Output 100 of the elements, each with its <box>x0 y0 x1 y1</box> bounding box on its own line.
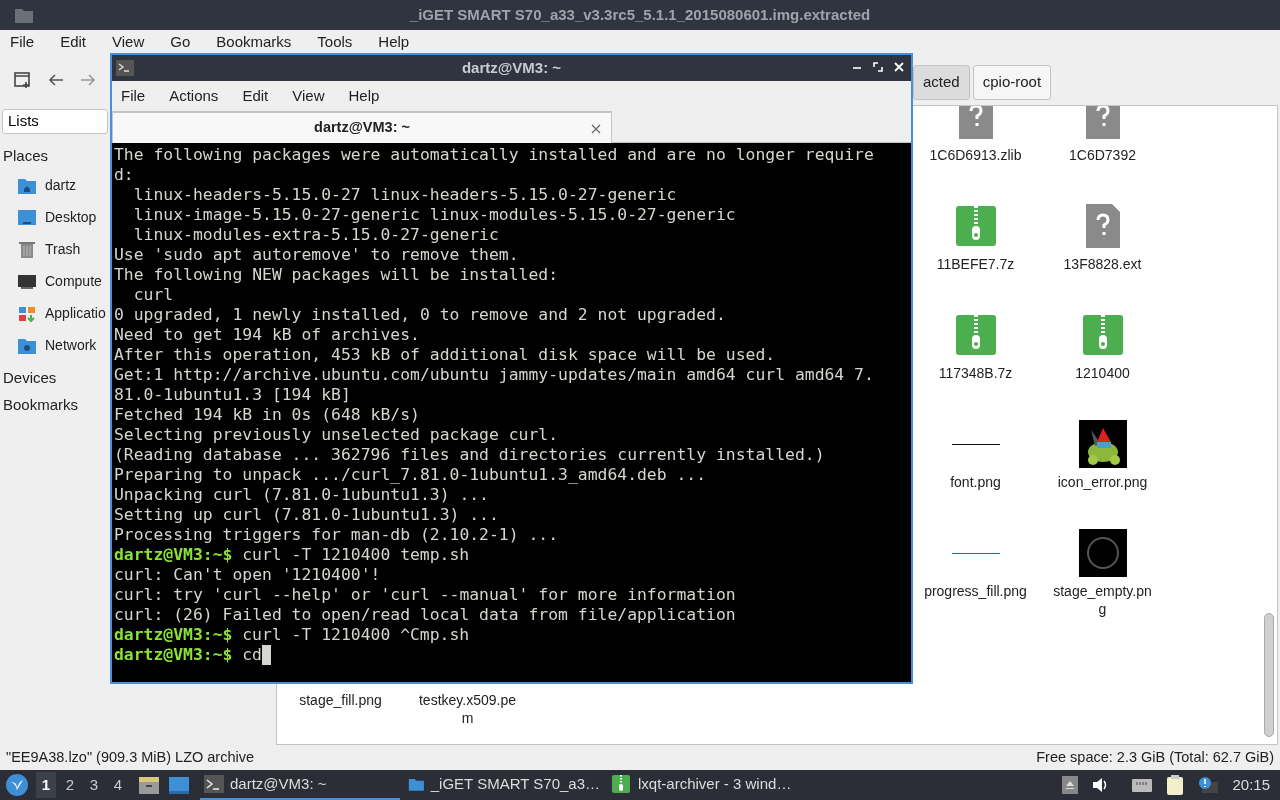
place-item[interactable]: Network <box>45 335 97 356</box>
ring-thumbnail-icon <box>1078 529 1127 577</box>
trash-icon <box>17 239 37 260</box>
desktop-switch-button[interactable]: 1 <box>36 772 56 798</box>
prompt: dartz@VM3:~$ <box>114 545 233 565</box>
path-button[interactable]: cpio-root <box>972 65 1052 100</box>
menu-item[interactable]: Edit <box>60 31 87 54</box>
tab-label: dartz@VM3: ~ <box>314 118 410 138</box>
place-item[interactable]: Desktop <box>45 207 97 228</box>
notification-icon[interactable] <box>1198 776 1219 794</box>
network-icon[interactable] <box>1132 777 1153 793</box>
menu-item[interactable]: View <box>292 84 325 108</box>
file-name[interactable]: 1210400 <box>1049 364 1156 382</box>
output-line: Unpacking curl (7.81.0-1ubuntu1.3) ... <box>114 485 490 505</box>
menu-item[interactable]: Tools <box>317 31 353 54</box>
maximize-icon[interactable] <box>872 61 884 73</box>
desktop-switch-button[interactable]: 4 <box>108 772 128 798</box>
free-space-text: Free space: 2.3 GiB (Total: 62.7 GiB) <box>1036 747 1274 767</box>
command-text: curl -T 1210400 ^Cmp.sh <box>241 625 470 645</box>
eject-icon[interactable] <box>1062 776 1079 794</box>
zip-archive-icon <box>955 315 996 355</box>
output-line: linux-modules-extra-5.15.0-27-generic <box>132 225 500 245</box>
file-name[interactable]: testkey.x509.pem <box>414 691 521 727</box>
section-heading: Bookmarks <box>3 395 79 415</box>
file-cabinet-icon[interactable] <box>138 775 160 795</box>
clipboard-icon[interactable] <box>1166 775 1185 795</box>
taskbar-button[interactable]: lxqt-archiver - 3 wind… <box>608 770 808 800</box>
menu-item[interactable]: File <box>10 31 35 54</box>
place-item[interactable]: Trash <box>45 239 81 260</box>
output-line: 81.0-1ubuntu1.3 [194 kB] <box>114 385 352 405</box>
output-line: 0 upgraded, 1 newly installed, 0 to remove and 2 not upgraded. <box>114 305 727 325</box>
menu-item[interactable]: Actions <box>169 84 219 108</box>
window-icon[interactable] <box>168 775 190 795</box>
menu-item[interactable]: Bookmarks <box>216 31 292 54</box>
scrollbar-thumb[interactable] <box>1264 613 1274 737</box>
output-line: Selecting previously unselected package curl. <box>114 425 560 445</box>
menu-item[interactable]: Edit <box>242 84 269 108</box>
zip-archive-icon <box>612 775 632 793</box>
status-text: "EE9A38.lzo" (909.3 MiB) LZO archive <box>6 747 255 767</box>
command-text: curl -T 1210400 temp.sh <box>241 545 470 565</box>
output-line: Fetched 194 kB in 0s (648 kB/s) <box>114 405 421 425</box>
place-item[interactable]: Applicatio <box>45 303 106 324</box>
command-text: cd <box>241 645 262 665</box>
window-title: _iGET SMART S70_a33_v3.3rc5_5.1.1_2015080601.img.extracted <box>409 4 871 25</box>
place-item[interactable]: Compute <box>45 271 102 292</box>
file-name[interactable]: 1C6D7392 <box>1049 146 1156 164</box>
desktop-switch-button[interactable]: 3 <box>84 772 104 798</box>
volume-icon[interactable] <box>1092 777 1109 793</box>
output-line: linux-image-5.15.0-27-generic linux-modules-5.15.0-27-generic <box>132 205 737 225</box>
file-name[interactable]: stage_fill.png <box>287 691 394 709</box>
menu-item[interactable]: Help <box>348 84 380 108</box>
zip-archive-icon <box>955 206 996 246</box>
section-heading: Devices <box>3 367 57 388</box>
taskbar-button[interactable]: dartz@VM3: ~ <box>200 770 400 800</box>
path-button[interactable]: acted <box>913 65 970 100</box>
place-item[interactable]: dartz <box>45 175 77 196</box>
output-line: curl <box>132 285 175 305</box>
menu-item[interactable]: Help <box>378 31 410 54</box>
menu-item[interactable]: Go <box>170 31 191 54</box>
window-title: dartz@VM3: ~ <box>461 57 562 78</box>
file-name[interactable]: 1C6D6913.zlib <box>922 146 1029 164</box>
file-name[interactable]: stage_empty.png <box>1049 582 1156 618</box>
start-menu-icon[interactable] <box>6 774 28 796</box>
output-line: Setting up curl (7.81.0-1ubuntu1.3) ... <box>114 505 500 525</box>
output-line: The following NEW packages will be installed: <box>114 265 560 285</box>
side-pane-dropdown[interactable]: Lists <box>2 109 108 134</box>
prompt: dartz@VM3:~$ <box>114 645 233 665</box>
file-name[interactable]: icon_error.png <box>1049 473 1156 491</box>
desktop-switch-button[interactable]: 2 <box>60 772 80 798</box>
output-line: d: <box>114 165 135 185</box>
file-name[interactable]: 11BEFE7.7z <box>922 255 1029 273</box>
new-tab-icon[interactable] <box>14 71 32 89</box>
clock: 20:15 <box>1232 774 1270 795</box>
zip-archive-icon <box>1082 315 1123 355</box>
output-line: After this operation, 453 kB of additional disk space will be used. <box>114 345 777 365</box>
file-name[interactable]: 117348B.7z <box>922 364 1029 382</box>
back-arrow-icon[interactable] <box>48 73 64 87</box>
prompt: dartz@VM3:~$ <box>114 625 233 645</box>
output-line: (Reading database ... 362796 files and directories currently installed.) <box>114 445 826 465</box>
output-line: Processing triggers for man-db (2.10.2-1) ... <box>114 525 560 545</box>
terminal-tab[interactable]: dartz@VM3: ~ <box>112 111 612 143</box>
section-heading: Places <box>3 146 49 166</box>
unknown-file-icon <box>1085 204 1120 248</box>
menu-item[interactable]: File <box>121 84 146 108</box>
terminal-icon <box>116 60 134 76</box>
folder-icon <box>14 6 34 24</box>
file-name[interactable]: 13F8828.ext <box>1049 255 1156 273</box>
file-name[interactable]: font.png <box>922 473 1029 491</box>
close-icon[interactable] <box>591 124 601 134</box>
file-name[interactable]: progress_fill.png <box>922 582 1029 600</box>
output-line: curl: (26) Failed to open/read local data from file/application <box>114 605 737 625</box>
output-line: The following packages were automatically installed and are no longer require <box>114 145 875 165</box>
output-line: curl: try 'curl --help' or 'curl --manual' for more information <box>114 585 737 605</box>
menu-item[interactable]: View <box>112 31 145 54</box>
output-line: Use 'sudo apt autoremove' to remove them. <box>114 245 520 265</box>
terminal-icon <box>204 775 224 793</box>
output-line: linux-headers-5.15.0-27 linux-headers-5.15.0-27-generic <box>132 185 678 205</box>
taskbar-button[interactable]: _iGET SMART S70_a3… <box>404 770 604 800</box>
output-line: curl: Can't open '1210400'! <box>114 565 382 585</box>
output-line: Get:1 http://archive.ubuntu.com/ubuntu jammy-updates/main amd64 curl amd64 7. <box>114 365 875 385</box>
